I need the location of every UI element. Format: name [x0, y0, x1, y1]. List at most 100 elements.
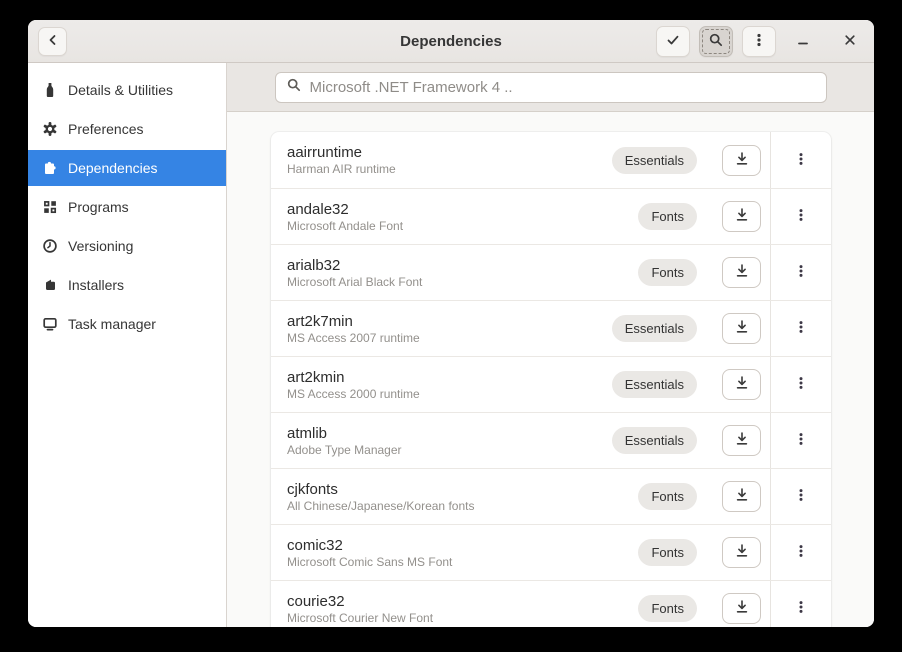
dependency-text: aairruntime Harman AIR runtime: [287, 143, 612, 177]
dependency-name: arialb32: [287, 256, 638, 275]
dependency-text: art2kmin MS Access 2000 runtime: [287, 368, 612, 402]
dependency-name: andale32: [287, 200, 638, 219]
download-icon: [734, 487, 750, 506]
vertical-ellipsis-icon: [751, 32, 767, 51]
sidebar-item-installers[interactable]: Installers: [28, 267, 226, 303]
dependency-row: art2kmin MS Access 2000 runtime Essentia…: [271, 356, 831, 412]
main-area: aairruntime Harman AIR runtime Essential…: [227, 63, 874, 627]
download-icon: [734, 375, 750, 394]
row-menu-button[interactable]: [771, 132, 831, 188]
menu-button[interactable]: [742, 26, 776, 57]
sidebar-item-task-manager[interactable]: Task manager: [28, 306, 226, 342]
row-menu-button[interactable]: [771, 413, 831, 468]
row-menu-button[interactable]: [771, 525, 831, 580]
sidebar-item-details-utilities[interactable]: Details & Utilities: [28, 72, 226, 108]
sidebar-item-label: Preferences: [68, 121, 143, 137]
category-badge: Essentials: [612, 427, 697, 454]
dependency-description: Microsoft Andale Font: [287, 219, 638, 234]
dependency-row: andale32 Microsoft Andale Font Fonts: [271, 188, 831, 244]
download-icon: [734, 319, 750, 338]
dependency-list: aairruntime Harman AIR runtime Essential…: [271, 132, 831, 627]
checkmark-icon: [665, 32, 681, 51]
install-button[interactable]: [722, 593, 761, 624]
content-area: aairruntime Harman AIR runtime Essential…: [227, 112, 874, 627]
dependency-row: arialb32 Microsoft Arial Black Font Font…: [271, 244, 831, 300]
dependency-row: atmlib Adobe Type Manager Essentials: [271, 412, 831, 468]
dependency-description: MS Access 2000 runtime: [287, 387, 612, 402]
grid-icon: [42, 199, 58, 215]
dependency-text: courie32 Microsoft Courier New Font: [287, 592, 638, 626]
install-button[interactable]: [722, 313, 761, 344]
install-button[interactable]: [722, 481, 761, 512]
vertical-ellipsis-icon: [793, 263, 809, 282]
close-button[interactable]: [838, 26, 862, 57]
search-icon: [286, 77, 302, 98]
puzzle-icon: [42, 160, 58, 176]
category-badge: Fonts: [638, 483, 697, 510]
dependency-name: courie32: [287, 592, 638, 611]
dependency-text: arialb32 Microsoft Arial Black Font: [287, 256, 638, 290]
app-body: Details & Utilities Preferences Dependen…: [28, 63, 874, 627]
sidebar: Details & Utilities Preferences Dependen…: [28, 63, 227, 627]
category-badge: Fonts: [638, 259, 697, 286]
row-menu-button[interactable]: [771, 581, 831, 627]
dependency-text: comic32 Microsoft Comic Sans MS Font: [287, 536, 638, 570]
sidebar-item-versioning[interactable]: Versioning: [28, 228, 226, 264]
search-input[interactable]: [310, 79, 816, 96]
search-band: [227, 63, 874, 112]
row-menu-button[interactable]: [771, 189, 831, 244]
dependency-row: courie32 Microsoft Courier New Font Font…: [271, 580, 831, 627]
dependency-description: Microsoft Arial Black Font: [287, 275, 638, 290]
vertical-ellipsis-icon: [793, 487, 809, 506]
row-menu-button[interactable]: [771, 469, 831, 524]
dependency-name: atmlib: [287, 424, 612, 443]
dependency-description: All Chinese/Japanese/Korean fonts: [287, 499, 638, 514]
confirm-button[interactable]: [656, 26, 690, 57]
dependency-name: art2k7min: [287, 312, 612, 331]
install-button[interactable]: [722, 425, 761, 456]
dependency-name: art2kmin: [287, 368, 612, 387]
dependency-name: comic32: [287, 536, 638, 555]
toolbox-icon: [42, 277, 58, 293]
download-icon: [734, 431, 750, 450]
sidebar-item-label: Task manager: [68, 316, 156, 332]
category-badge: Fonts: [638, 539, 697, 566]
sidebar-item-label: Installers: [68, 277, 124, 293]
install-button[interactable]: [722, 201, 761, 232]
minimize-button[interactable]: [791, 26, 815, 57]
close-icon: [842, 32, 858, 51]
search-box: [275, 72, 827, 103]
category-badge: Essentials: [612, 147, 697, 174]
row-menu-button[interactable]: [771, 301, 831, 356]
install-button[interactable]: [722, 369, 761, 400]
row-menu-button[interactable]: [771, 245, 831, 300]
sidebar-item-dependencies[interactable]: Dependencies: [28, 150, 226, 186]
dependency-text: atmlib Adobe Type Manager: [287, 424, 612, 458]
download-icon: [734, 207, 750, 226]
sidebar-item-label: Dependencies: [68, 160, 158, 176]
search-toggle-button[interactable]: [699, 26, 733, 57]
vertical-ellipsis-icon: [793, 599, 809, 618]
dependency-description: Adobe Type Manager: [287, 443, 612, 458]
dependency-row: art2k7min MS Access 2007 runtime Essenti…: [271, 300, 831, 356]
titlebar-controls: [656, 20, 862, 63]
dependency-text: cjkfonts All Chinese/Japanese/Korean fon…: [287, 480, 638, 514]
install-button[interactable]: [722, 257, 761, 288]
dependency-row: aairruntime Harman AIR runtime Essential…: [271, 132, 831, 188]
install-button[interactable]: [722, 145, 761, 176]
row-menu-button[interactable]: [771, 357, 831, 412]
vertical-ellipsis-icon: [793, 431, 809, 450]
minimize-icon: [795, 32, 811, 51]
category-badge: Fonts: [638, 203, 697, 230]
dependency-row: comic32 Microsoft Comic Sans MS Font Fon…: [271, 524, 831, 580]
sidebar-item-programs[interactable]: Programs: [28, 189, 226, 225]
bottle-icon: [42, 82, 58, 98]
dependency-name: cjkfonts: [287, 480, 638, 499]
dependency-name: aairruntime: [287, 143, 612, 162]
sidebar-item-label: Programs: [68, 199, 129, 215]
sidebar-item-label: Details & Utilities: [68, 82, 173, 98]
sidebar-item-preferences[interactable]: Preferences: [28, 111, 226, 147]
install-button[interactable]: [722, 537, 761, 568]
search-icon: [708, 32, 724, 51]
dependency-text: andale32 Microsoft Andale Font: [287, 200, 638, 234]
